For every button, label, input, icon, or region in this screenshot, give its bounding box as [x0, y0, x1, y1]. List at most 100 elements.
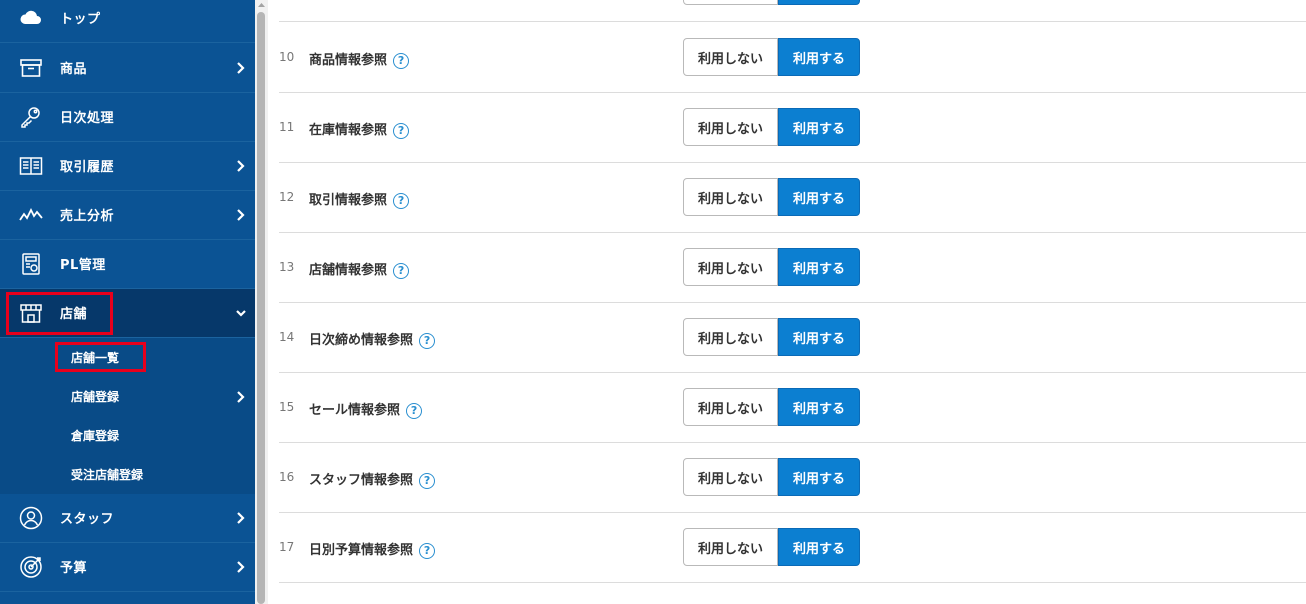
row-number: 14 — [279, 330, 295, 344]
chevron-right-icon — [237, 160, 245, 172]
permission-row: 12 取引情報参照? 利用しない 利用する — [279, 163, 1306, 233]
nav-item-history[interactable]: 取引履歴 — [0, 142, 255, 191]
enable-button[interactable]: 利用する — [778, 178, 860, 216]
help-icon[interactable]: ? — [393, 262, 410, 279]
chevron-right-icon — [237, 62, 245, 74]
usage-toggle: 利用しない 利用する — [683, 388, 860, 426]
nav-item-label: トップ — [60, 12, 101, 27]
disable-button[interactable]: 利用しない — [683, 0, 778, 5]
help-icon[interactable]: ? — [393, 192, 410, 209]
disable-button[interactable]: 利用しない — [683, 178, 778, 216]
disable-button[interactable]: 利用しない — [683, 528, 778, 566]
permission-name: 商品情報参照? — [309, 49, 410, 69]
enable-button[interactable]: 利用する — [778, 248, 860, 286]
book-icon — [19, 154, 43, 178]
line-chart-icon — [19, 203, 43, 227]
help-icon[interactable]: ? — [393, 122, 410, 139]
row-number: 15 — [279, 400, 295, 414]
usage-toggle: 利用しない 利用する — [683, 0, 860, 5]
permission-name: 店舗情報参照? — [309, 259, 410, 279]
permission-name: セール情報参照? — [309, 399, 423, 419]
help-icon[interactable]: ? — [419, 472, 436, 489]
enable-button[interactable]: 利用する — [778, 528, 860, 566]
permission-name: 取引情報参照? — [309, 189, 410, 209]
enable-button[interactable]: 利用する — [778, 108, 860, 146]
permission-name: スタッフ情報参照? — [309, 469, 436, 489]
usage-toggle: 利用しない 利用する — [683, 108, 860, 146]
highlight-store-box — [6, 292, 113, 335]
vertical-scrollbar[interactable] — [255, 0, 268, 604]
nav-item-label: PL管理 — [60, 258, 106, 273]
permission-label: 取引情報参照 — [309, 193, 388, 208]
nav-item-staff[interactable]: スタッフ — [0, 494, 255, 543]
chevron-right-icon — [237, 561, 245, 573]
user-icon — [19, 506, 43, 530]
permission-row: 利用しない 利用する — [279, 0, 1306, 22]
row-number: 17 — [279, 540, 295, 554]
highlight-store-list-box — [55, 342, 146, 372]
help-icon[interactable]: ? — [406, 402, 423, 419]
permission-row: 17 日別予算情報参照? 利用しない 利用する — [279, 513, 1306, 583]
usage-toggle: 利用しない 利用する — [683, 458, 860, 496]
chevron-right-icon — [237, 391, 245, 403]
nav-item-label: 日次処理 — [60, 111, 115, 126]
permission-row: 16 スタッフ情報参照? 利用しない 利用する — [279, 443, 1306, 513]
disable-button[interactable]: 利用しない — [683, 388, 778, 426]
enable-button[interactable]: 利用する — [778, 38, 860, 76]
submenu-item-label: 受注店舗登録 — [71, 468, 144, 482]
nav-item-sales-analysis[interactable]: 売上分析 — [0, 191, 255, 240]
scroll-up-arrow-icon[interactable] — [257, 0, 266, 9]
submenu-item-label: 倉庫登録 — [71, 429, 120, 443]
permission-name: 日次締め情報参照? — [309, 329, 436, 349]
help-icon[interactable]: ? — [393, 52, 410, 69]
cloud-icon — [19, 6, 43, 30]
disable-button[interactable]: 利用しない — [683, 248, 778, 286]
help-icon[interactable]: ? — [419, 542, 436, 559]
enable-button[interactable]: 利用する — [778, 0, 860, 5]
permission-label: セール情報参照 — [309, 403, 401, 418]
disable-button[interactable]: 利用しない — [683, 318, 778, 356]
row-number: 11 — [279, 120, 295, 134]
enable-button[interactable]: 利用する — [778, 318, 860, 356]
submenu-item-order-store-register[interactable]: 受注店舗登録 — [0, 455, 255, 494]
submenu-item-label: 店舗登録 — [71, 390, 120, 404]
permission-label: 商品情報参照 — [309, 53, 388, 68]
disable-button[interactable]: 利用しない — [683, 38, 778, 76]
chevron-right-icon — [237, 209, 245, 221]
enable-button[interactable]: 利用する — [778, 388, 860, 426]
chevron-right-icon — [237, 512, 245, 524]
permission-list: 利用しない 利用する 10商品情報参照?利用しない利用する11在庫情報参照?利用… — [279, 0, 1306, 604]
scrollbar-thumb[interactable] — [257, 12, 265, 604]
row-number: 16 — [279, 470, 295, 484]
usage-toggle: 利用しない 利用する — [683, 38, 860, 76]
permission-label: 店舗情報参照 — [309, 263, 388, 278]
box-icon — [19, 56, 43, 80]
enable-button[interactable]: 利用する — [778, 458, 860, 496]
help-icon[interactable]: ? — [419, 332, 436, 349]
target-icon — [19, 555, 43, 579]
submenu-item-store-register[interactable]: 店舗登録 — [0, 377, 255, 416]
nav-item-label: 商品 — [60, 62, 88, 77]
usage-toggle: 利用しない 利用する — [683, 528, 860, 566]
nav-item-top[interactable]: トップ — [0, 0, 255, 43]
usage-toggle: 利用しない 利用する — [683, 318, 860, 356]
key-icon — [19, 105, 43, 129]
disable-button[interactable]: 利用しない — [683, 108, 778, 146]
chevron-down-icon — [236, 310, 246, 317]
nav-item-pl[interactable]: PL管理 — [0, 240, 255, 289]
nav-item-products[interactable]: 商品 — [0, 44, 255, 93]
row-number: 13 — [279, 260, 295, 274]
nav-item-label: 売上分析 — [60, 209, 115, 224]
disable-button[interactable]: 利用しない — [683, 458, 778, 496]
row-number: 12 — [279, 190, 295, 204]
submenu-item-warehouse-register[interactable]: 倉庫登録 — [0, 416, 255, 455]
permission-label: 在庫情報参照 — [309, 123, 388, 138]
permission-name: 日別予算情報参照? — [309, 539, 436, 559]
nav-item-budget[interactable]: 予算 — [0, 543, 255, 592]
permission-label: スタッフ情報参照 — [309, 473, 414, 488]
permission-row: 13 店舗情報参照? 利用しない 利用する — [279, 233, 1306, 303]
permission-row: 10 商品情報参照? 利用しない 利用する — [279, 23, 1306, 93]
permission-label: 日別予算情報参照 — [309, 543, 414, 558]
permission-label: 日次締め情報参照 — [309, 333, 414, 348]
nav-item-daily[interactable]: 日次処理 — [0, 93, 255, 142]
